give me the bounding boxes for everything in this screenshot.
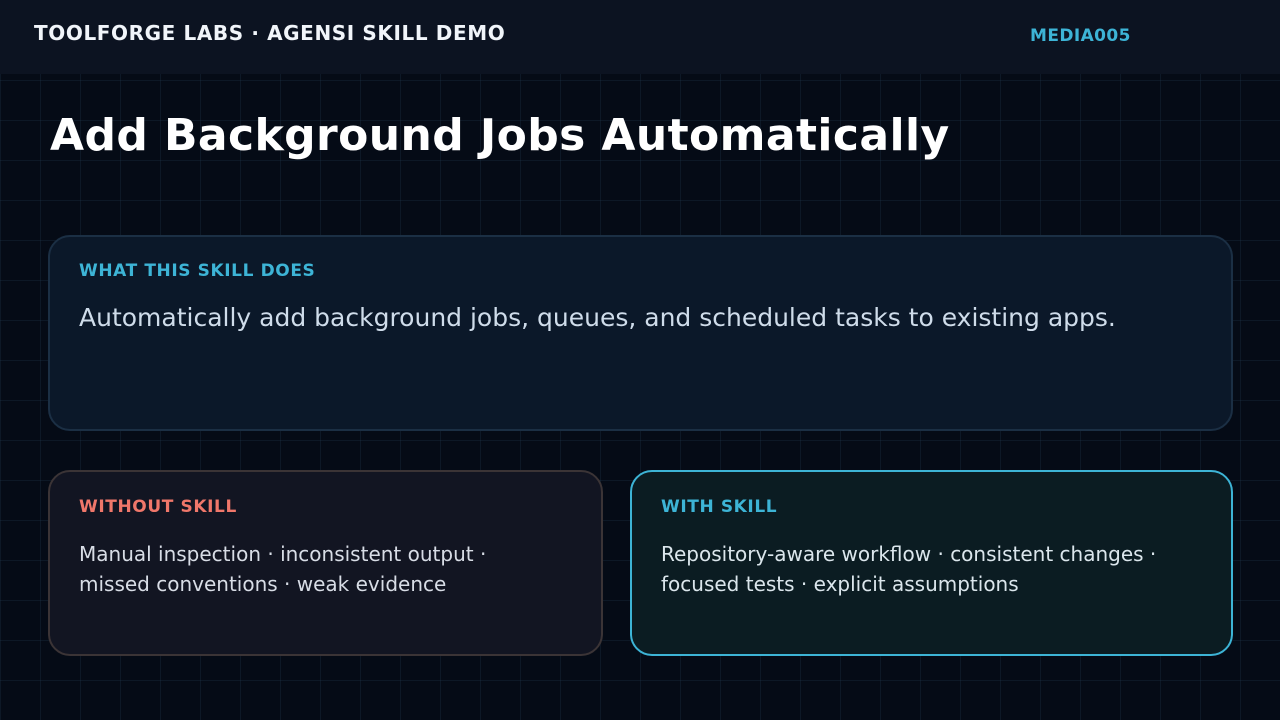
header-bar: TOOLFORGE LABS · AGENSI SKILL DEMO MEDIA… — [0, 0, 1280, 74]
media-id-badge: MEDIA005 — [1030, 26, 1131, 46]
with-card-line: Repository-aware workflow · consistent c… — [661, 542, 1157, 566]
with-card-description: Repository-aware workflow · consistent c… — [661, 539, 1156, 599]
without-card-description: Manual inspection · inconsistent output … — [79, 539, 486, 599]
without-card-label: WITHOUT SKILL — [79, 497, 237, 517]
with-card-line: focused tests · explicit assumptions — [661, 572, 1019, 596]
what-card-description: Automatically add background jobs, queue… — [79, 303, 1116, 332]
page-title: Add Background Jobs Automatically — [50, 110, 950, 161]
brand-title: TOOLFORGE LABS · AGENSI SKILL DEMO — [34, 21, 506, 45]
without-card-line: missed conventions · weak evidence — [79, 572, 447, 596]
without-card-line: Manual inspection · inconsistent output … — [79, 542, 487, 566]
what-this-skill-does-card: WHAT THIS SKILL DOES Automatically add b… — [48, 235, 1233, 431]
without-skill-card: WITHOUT SKILL Manual inspection · incons… — [48, 470, 603, 656]
with-skill-card: WITH SKILL Repository-aware workflow · c… — [630, 470, 1233, 656]
what-card-label: WHAT THIS SKILL DOES — [79, 261, 316, 281]
with-card-label: WITH SKILL — [661, 497, 778, 517]
